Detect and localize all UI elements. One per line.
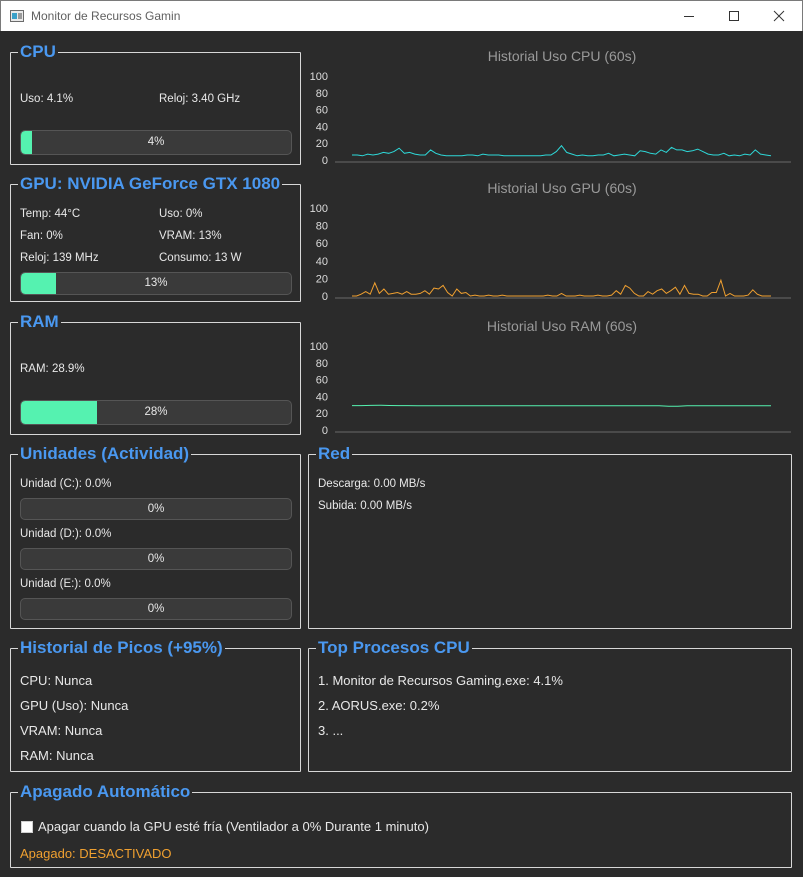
app-icon	[10, 10, 24, 22]
gpu-history-chart: Historial Uso GPU (60s) 100 80 60 40 20 0	[310, 180, 791, 303]
peak-ram-label: RAM: Nunca	[20, 748, 94, 763]
cpu-progress-text: 4%	[147, 136, 165, 148]
peak-gpu-label: GPU (Uso): Nunca	[20, 698, 129, 713]
maximize-icon	[729, 11, 739, 21]
chart-title: Historial Uso CPU (60s)	[488, 48, 637, 64]
y-tick-label: 80	[316, 221, 328, 233]
upload-label: Subida: 0.00 MB/s	[318, 500, 412, 512]
y-tick-label: 0	[322, 291, 328, 303]
peaks-panel-title: Historial de Picos (+95%)	[18, 638, 225, 658]
drive-c-progress-text: 0%	[147, 503, 165, 515]
y-tick-label: 100	[310, 71, 328, 83]
y-tick-label: 60	[316, 238, 328, 250]
cpu-usage-label: Uso: 4.1%	[20, 93, 74, 105]
auto-shutdown-status: Apagado: DESACTIVADO	[20, 846, 172, 861]
auto-shutdown-panel-title: Apagado Automático	[18, 782, 193, 802]
chart-title: Historial Uso GPU (60s)	[487, 180, 636, 196]
cpu-panel-title: CPU	[18, 42, 58, 62]
title-bar[interactable]: Monitor de Recursos Gamin	[0, 0, 803, 31]
gpu-vram-label: VRAM: 13%	[159, 230, 222, 242]
series-line	[352, 144, 772, 157]
drive-c-progress-bar: 0%	[20, 498, 292, 520]
network-panel-title: Red	[316, 444, 353, 464]
process-item-1: 1. Monitor de Recursos Gaming.exe: 4.1%	[318, 673, 563, 688]
cpu-clock-label: Reloj: 3.40 GHz	[159, 93, 241, 105]
close-icon	[773, 10, 785, 22]
cpu-progress-bar: 4%	[20, 130, 292, 155]
drive-e-label: Unidad (E:): 0.0%	[20, 578, 111, 590]
process-item-2: 2. AORUS.exe: 0.2%	[318, 698, 440, 713]
gpu-usage-label: Uso: 0%	[159, 208, 203, 220]
peak-vram-label: VRAM: Nunca	[20, 723, 103, 738]
download-label: Descarga: 0.00 MB/s	[318, 478, 426, 490]
ram-usage-label: RAM: 28.9%	[20, 363, 85, 375]
auto-shutdown-checkbox[interactable]	[21, 821, 33, 833]
gpu-progress-bar: 13%	[20, 272, 292, 295]
drive-d-progress-bar: 0%	[20, 548, 292, 570]
minimize-icon	[684, 16, 694, 17]
y-tick-label: 20	[316, 273, 328, 285]
drive-e-progress-bar: 0%	[20, 598, 292, 620]
drive-c-label: Unidad (C:): 0.0%	[20, 478, 112, 490]
chart-title: Historial Uso RAM (60s)	[487, 318, 637, 334]
drives-panel-title: Unidades (Actividad)	[18, 444, 192, 464]
y-tick-label: 40	[316, 121, 328, 133]
y-tick-label: 0	[322, 425, 328, 437]
cpu-history-chart: Historial Uso CPU (60s) 100 80 60 40 20 0	[310, 48, 791, 167]
ram-panel-title: RAM	[18, 312, 61, 332]
series-line	[352, 404, 772, 407]
y-tick-label: 20	[316, 408, 328, 420]
y-tick-label: 20	[316, 138, 328, 150]
y-tick-label: 40	[316, 256, 328, 268]
close-button[interactable]	[756, 1, 802, 31]
auto-shutdown-checkbox-label[interactable]: Apagar cuando la GPU esté fría (Ventilad…	[38, 819, 429, 834]
ram-progress-bar: 28%	[20, 400, 292, 425]
ram-history-chart: Historial Uso RAM (60s) 100 80 60 40 20 0	[310, 318, 791, 437]
y-tick-label: 40	[316, 391, 328, 403]
y-tick-label: 60	[316, 375, 328, 387]
maximize-button[interactable]	[711, 1, 757, 31]
y-tick-label: 100	[310, 341, 328, 353]
drive-d-progress-text: 0%	[147, 553, 165, 565]
drive-d-label: Unidad (D:): 0.0%	[20, 528, 112, 540]
series-line	[352, 278, 771, 297]
minimize-button[interactable]	[666, 1, 712, 31]
ram-progress-text: 28%	[144, 406, 168, 418]
top-processes-panel-title: Top Procesos CPU	[316, 638, 472, 658]
window-title: Monitor de Recursos Gamin	[31, 9, 181, 23]
peak-cpu-label: CPU: Nunca	[20, 673, 93, 688]
process-item-3: 3. ...	[318, 723, 344, 738]
drive-e-progress-text: 0%	[147, 603, 165, 615]
gpu-panel-title: GPU: NVIDIA GeForce GTX 1080	[18, 174, 283, 194]
gpu-fan-label: Fan: 0%	[20, 230, 63, 242]
gpu-progress-text: 13%	[144, 277, 168, 289]
y-tick-label: 60	[316, 105, 328, 117]
gpu-clock-label: Reloj: 139 MHz	[20, 252, 99, 264]
y-tick-label: 0	[322, 155, 328, 167]
y-tick-label: 100	[310, 203, 328, 215]
y-tick-label: 80	[316, 88, 328, 100]
y-tick-label: 80	[316, 358, 328, 370]
gpu-temp-label: Temp: 44°C	[20, 208, 81, 220]
gpu-power-label: Consumo: 13 W	[159, 252, 242, 264]
